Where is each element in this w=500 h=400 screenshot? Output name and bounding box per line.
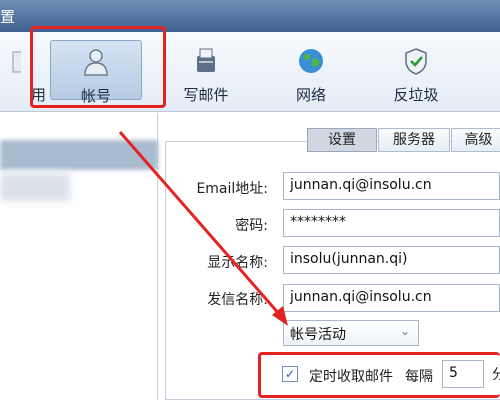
chevron-down-icon: ⌄ xyxy=(399,324,410,338)
password-label: 密码: xyxy=(235,218,268,234)
toolbar-compose-label: 写邮件 xyxy=(183,86,229,104)
annotation-box-account xyxy=(30,26,166,108)
tab-settings[interactable]: 设置 xyxy=(307,128,377,152)
compose-icon xyxy=(191,46,221,76)
account-list-item-selected[interactable] xyxy=(0,140,158,170)
account-list[interactable] xyxy=(0,113,158,400)
account-activity-value: 帐号活动 xyxy=(290,327,346,343)
window-title: 置 xyxy=(0,8,16,26)
display-name-field[interactable]: insolu(junnan.qi) xyxy=(283,246,500,274)
toolbar-antispam-label: 反垃圾 xyxy=(393,86,439,104)
shield-icon xyxy=(401,46,431,76)
account-list-item[interactable] xyxy=(0,173,70,201)
toolbar-compose-button[interactable]: 写邮件 xyxy=(160,40,252,104)
tab-advanced[interactable]: 高级 xyxy=(451,128,500,152)
password-field[interactable]: ******** xyxy=(283,209,500,237)
email-field[interactable]: junnan.qi@insolu.cn xyxy=(283,172,500,200)
toolbar-network-button[interactable]: 网络 xyxy=(265,40,357,104)
toolbar-antispam-button[interactable]: 反垃圾 xyxy=(370,40,462,104)
account-activity-select[interactable]: 帐号活动 ⌄ xyxy=(283,320,419,346)
toolbar-network-label: 网络 xyxy=(295,86,326,104)
tab-server[interactable]: 服务器 xyxy=(378,128,450,152)
sender-name-field[interactable]: junnan.qi@insolu.cn xyxy=(283,284,500,312)
globe-icon xyxy=(296,46,326,76)
email-label: Email地址: xyxy=(196,181,268,197)
sender-name-label: 发信名称: xyxy=(207,292,268,308)
general-icon xyxy=(0,46,26,76)
display-name-label: 显示名称: xyxy=(207,255,268,271)
annotation-box-auto-fetch xyxy=(258,352,500,398)
